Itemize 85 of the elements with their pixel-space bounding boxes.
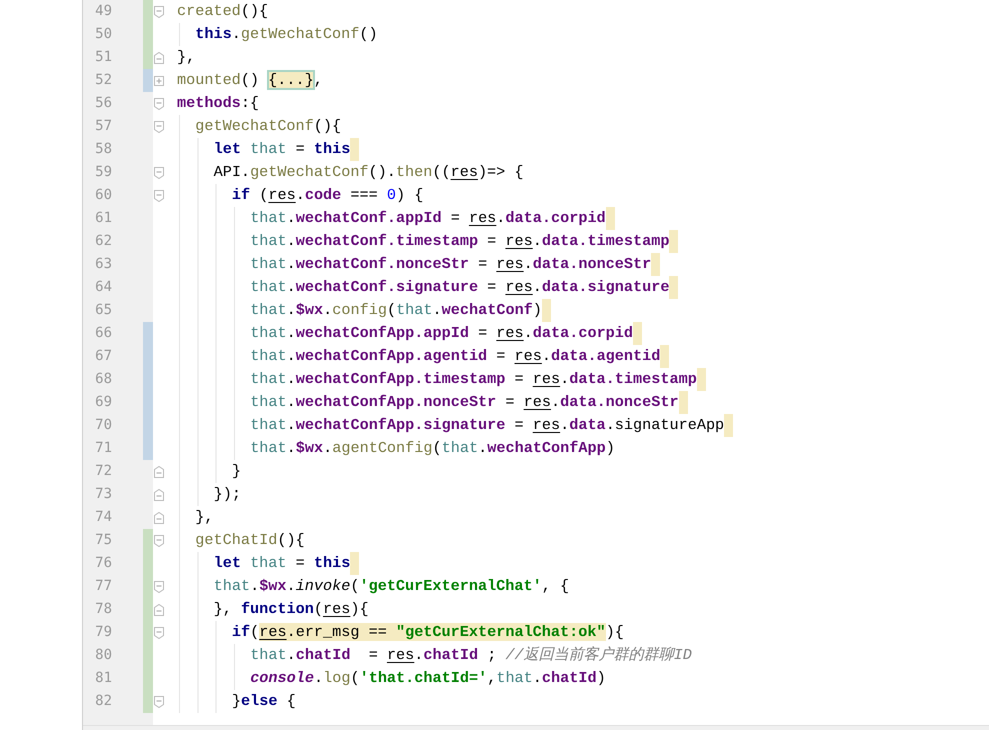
code-line: that.wechatConfApp.agentid = res.data.agentid [250,346,660,367]
code-line: let that = this [214,139,350,160]
fold-icon[interactable] [154,534,164,546]
code-line: }, [177,47,196,68]
line-number: 75 [94,531,113,550]
line-number: 80 [94,646,113,665]
fold-icon[interactable] [154,52,164,64]
line-number: 52 [94,71,113,90]
code-line: this.getWechatConf() [195,24,378,45]
code-line: }, [195,507,214,528]
fold-icon[interactable] [154,190,164,202]
line-number: 49 [94,2,113,21]
code-line: that.$wx.config(that.wechatConf) [250,300,542,321]
line-number: 79 [94,623,113,642]
fold-icon[interactable] [154,604,164,616]
fold-icon[interactable] [154,696,164,708]
change-marker[interactable] [143,529,153,552]
line-number: 71 [94,439,113,458]
code-line: that.wechatConf.appId = res.data.corpid [250,208,606,229]
line-number: 51 [94,48,113,67]
line-number: 60 [94,186,113,205]
code-line: that.wechatConfApp.appId = res.data.corpid [250,323,634,344]
line-number: 78 [94,600,113,619]
code-line: if (res.code === 0) { [232,185,424,206]
fold-icon[interactable] [154,626,164,638]
change-marker[interactable] [143,0,153,23]
code-line: let that = this [214,553,350,574]
line-number: 57 [94,117,113,136]
change-marker[interactable] [143,690,153,713]
fold-icon[interactable] [154,6,164,18]
code-line: }, function(res){ [214,599,369,620]
code-line: that.wechatConf.signature = res.data.signature [250,277,670,298]
line-number: 77 [94,577,113,596]
change-marker[interactable] [143,322,153,345]
code-line: that.wechatConfApp.signature = res.data.signatureApp [250,415,724,436]
line-number: 59 [94,163,113,182]
line-number: 74 [94,508,113,527]
line-number: 72 [94,462,113,481]
line-number: 68 [94,370,113,389]
line-number: 67 [94,347,113,366]
line-number: 76 [94,554,113,573]
code-line: created(){ [177,1,268,22]
fold-icon[interactable] [154,512,164,524]
code-line: getChatId(){ [195,530,305,551]
code-line: that.wechatConfApp.nonceStr = res.data.nonceStr [250,392,679,413]
code-line: }else { [232,691,296,712]
folded-code-placeholder[interactable]: {...} [268,71,314,89]
code-line: getWechatConf(){ [195,116,342,137]
line-number: 69 [94,393,113,412]
code-line: that.$wx.invoke('getCurExternalChat', { [214,576,570,597]
code-line: that.wechatConf.nonceStr = res.data.nonceStr [250,254,652,275]
fold-icon[interactable] [154,466,164,478]
line-number: 56 [94,94,113,113]
line-number: 81 [94,669,113,688]
change-marker[interactable] [143,69,153,92]
fold-icon[interactable] [154,166,164,178]
fold-icon[interactable] [154,120,164,132]
fold-icon[interactable] [154,580,164,592]
line-number: 73 [94,485,113,504]
line-number: 50 [94,25,113,44]
fold-icon[interactable] [154,98,164,110]
code-line: API.getWechatConf().then((res)=> { [214,162,524,183]
code-line: }); [214,484,241,505]
code-line: that.wechatConfApp.timestamp = res.data.timestamp [250,369,697,390]
code-line: methods:{ [177,93,260,114]
line-number: 65 [94,301,113,320]
code-line: that.chatId = res.chatId ; //返回当前客户群的群聊ID [250,645,692,666]
line-number: 62 [94,232,113,251]
code-line: that.wechatConf.timestamp = res.data.timestamp [250,231,670,252]
code-line: } [232,461,242,482]
change-marker[interactable] [143,437,153,460]
line-number: 58 [94,140,113,159]
code-line: that.$wx.agentConfig(that.wechatConfApp) [250,438,615,459]
line-number: 64 [94,278,113,297]
line-number: 61 [94,209,113,228]
line-number: 66 [94,324,113,343]
change-marker[interactable] [143,46,153,69]
fold-icon[interactable] [154,488,164,500]
code-line: mounted() {...}, [177,70,323,91]
code-line: console.log('that.chatId=',that.chatId) [250,668,606,689]
unfold-icon[interactable] [154,74,164,86]
line-number: 70 [94,416,113,435]
line-number: 63 [94,255,113,274]
code-line: if(res.err_msg == "getCurExternalChat:ok"){ [232,622,624,643]
line-number: 82 [94,692,113,711]
